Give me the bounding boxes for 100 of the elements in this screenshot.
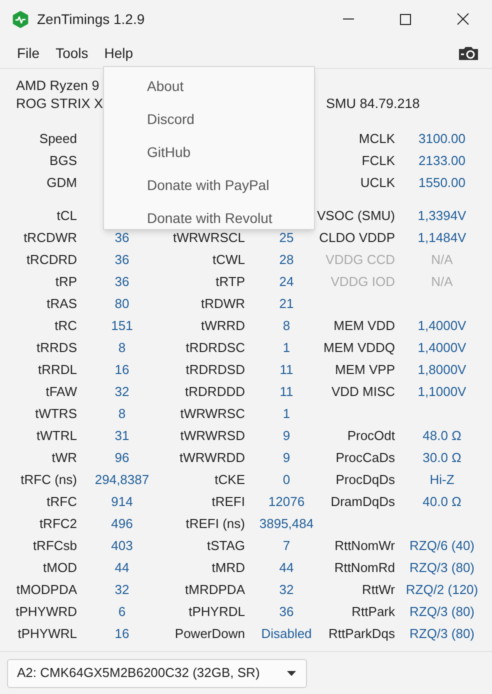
parameter-label: ProcDqDs (336, 471, 395, 490)
menu-item[interactable]: About (147, 76, 184, 96)
parameter-value: RZQ/3 (80) (409, 625, 474, 644)
parameter-value: RZQ/6 (40) (409, 537, 474, 556)
parameter-value: 1550.00 (418, 174, 466, 192)
module-dropdown[interactable]: A2: CMK64GX5M2B6200C32 (32GB, SR) (7, 658, 307, 688)
parameter-label: tMODPDA (16, 581, 77, 600)
parameter-label: tRAS (46, 295, 77, 314)
menu-item[interactable]: GitHub (147, 142, 191, 162)
parameter-value: 28 (279, 251, 294, 270)
parameter-value: 36 (279, 603, 294, 622)
parameter-label: tRDRDDD (185, 383, 245, 402)
parameter-value: 16 (114, 625, 130, 644)
parameter-value: 36 (114, 229, 130, 248)
maximize-icon (400, 14, 410, 24)
parameter-label: VSOC (SMU) (317, 207, 395, 226)
parameter-label: tREFI (212, 493, 245, 512)
parameter-value: 403 (111, 537, 133, 556)
parameter-label: tPHYRDL (188, 603, 245, 622)
parameter-value: 1,3394V (418, 207, 466, 226)
parameter-label: UCLK (360, 174, 395, 192)
parameter-value: 96 (114, 449, 130, 468)
parameter-label: tWRWRDD (180, 449, 245, 468)
parameter-value: N/A (431, 273, 453, 292)
parameter-label: PowerDown (174, 625, 245, 644)
parameter-label: CLDO VDDP (319, 229, 395, 248)
parameter-label: tWTRS (35, 405, 77, 424)
parameter-value: 24 (279, 273, 294, 292)
parameter-label: tREFI (ns) (186, 515, 245, 534)
parameter-label: tRC (54, 317, 77, 336)
parameter-value: 25 (279, 229, 294, 248)
parameter-label: tWRWRSC (180, 405, 245, 424)
parameter-label: tRP (55, 273, 77, 292)
parameter-value: 3895,484 (259, 515, 314, 534)
parameter-label: tPHYWRL (18, 625, 77, 644)
parameter-label: DramDqDs (330, 493, 395, 512)
parameter-label: tRTP (216, 273, 245, 292)
parameter-value: RZQ/2 (120) (406, 581, 478, 600)
parameter-label: VDDG IOD (330, 273, 395, 292)
parameter-value: 32 (114, 581, 130, 600)
camera-icon (458, 46, 478, 60)
parameter-label: tRDWR (200, 295, 245, 314)
system-info-text: ROG STRIX X (16, 95, 104, 113)
parameter-value: 1 (282, 339, 290, 358)
parameter-value: N/A (431, 251, 453, 270)
parameter-value: Hi-Z (430, 471, 454, 490)
parameter-value: 8 (282, 317, 290, 336)
window-title: ZenTimings 1.2.9 (37, 10, 145, 29)
parameter-value: 12076 (268, 493, 305, 512)
menu-item[interactable]: Donate with PayPal (147, 175, 270, 195)
parameter-value: 1,4000V (418, 339, 466, 358)
parameter-value: 36 (114, 273, 130, 292)
parameter-value: Disabled (261, 625, 312, 644)
parameter-label: VDD MISC (331, 383, 395, 402)
app-logo-icon (12, 10, 29, 28)
menu-item[interactable]: Discord (147, 109, 194, 129)
menu-bar-item[interactable]: Tools (48, 39, 96, 67)
menu-bar-item[interactable]: File (9, 39, 48, 67)
screenshot-button[interactable] (457, 44, 479, 62)
parameter-value: 1,1484V (418, 229, 466, 248)
parameter-label: tRFC (ns) (20, 471, 77, 490)
system-info-text: AMD Ryzen 9 (16, 77, 100, 95)
parameter-label: RttParkDqs (328, 625, 395, 644)
parameter-label: tRDRDSC (186, 339, 245, 358)
parameter-label: tRRDL (38, 361, 77, 380)
close-icon (457, 13, 469, 25)
parameter-label: tRFCsb (32, 537, 77, 556)
system-info-text: SMU 84.79.218 (326, 95, 420, 113)
parameter-value: 1,4000V (418, 317, 466, 336)
menu-bar-item[interactable]: Help (96, 39, 142, 67)
parameter-label: RttPark (352, 603, 395, 622)
parameter-label: tCKE (214, 471, 245, 490)
parameter-value: 48.0 Ω (422, 427, 462, 446)
parameter-value: 1 (282, 405, 290, 424)
parameter-label: MEM VPP (335, 361, 395, 380)
parameter-label: tRRDS (36, 339, 77, 358)
parameter-label: tWTRL (36, 427, 77, 446)
parameter-value: 11 (280, 383, 294, 402)
parameter-label: tRFC2 (39, 515, 77, 534)
parameter-label: VDDG CCD (326, 251, 395, 270)
parameter-value: 32 (114, 383, 130, 402)
parameter-label: tRFC (46, 493, 77, 512)
parameter-value: 0 (282, 471, 290, 490)
parameter-value: 44 (279, 559, 294, 578)
parameter-value: RZQ/3 (80) (409, 603, 474, 622)
parameter-value: 21 (279, 295, 294, 314)
parameter-label: tPHYWRD (16, 603, 77, 622)
parameter-value: 40.0 Ω (422, 493, 462, 512)
menu-item[interactable]: Donate with Revolut (147, 208, 272, 228)
parameter-value: 2133.00 (418, 152, 466, 170)
parameter-value: 32 (279, 581, 294, 600)
parameter-label: FCLK (362, 152, 395, 170)
parameter-label: tCL (56, 207, 77, 226)
parameter-label: tWRRD (200, 317, 245, 336)
parameter-label: tFAW (46, 383, 77, 402)
parameter-value: 80 (114, 295, 130, 314)
parameter-label: tMOD (43, 559, 77, 578)
parameter-label: tSTAG (206, 537, 245, 556)
parameter-label: MEM VDD (334, 317, 395, 336)
parameter-label: MCLK (358, 130, 395, 148)
